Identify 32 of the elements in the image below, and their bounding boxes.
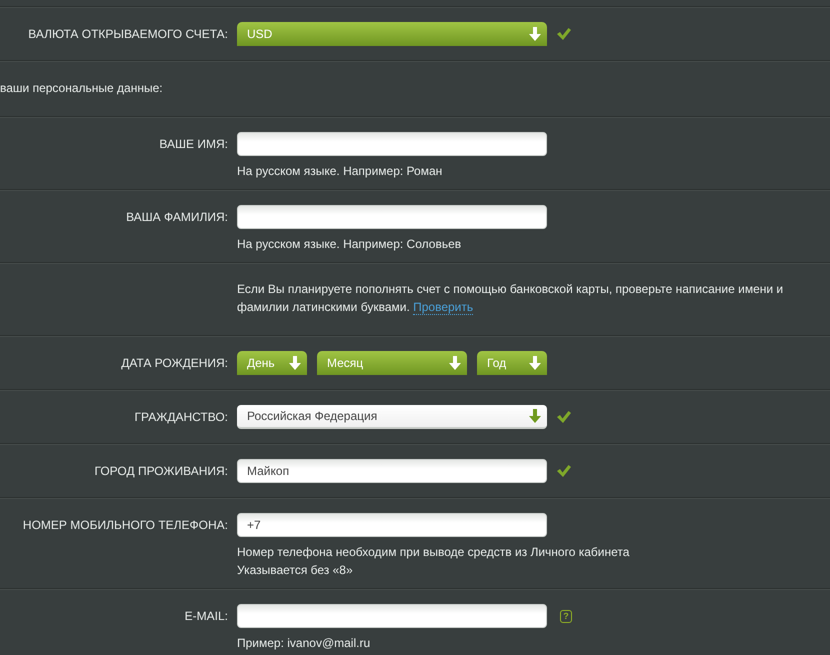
down-arrow-icon xyxy=(529,356,541,370)
field-label: ВАШЕ ИМЯ: xyxy=(159,137,228,151)
hint-text: Указывается без «8» xyxy=(237,562,354,579)
help-icon[interactable]: ? xyxy=(560,610,572,622)
note-text: Если Вы планируете пополнять счет с помощью банковской карты, проверьте написание имени и фамилии латинскими буквами. Проверить xyxy=(237,281,784,316)
field-label: НОМЕР МОБИЛЬНОГО ТЕЛЕФОНА: xyxy=(22,518,228,532)
dropdown[interactable]: Год xyxy=(477,351,547,375)
down-arrow-icon xyxy=(289,356,301,370)
field-label: ГРАЖДАНСТВО: xyxy=(134,410,228,424)
input-field[interactable]: +7 xyxy=(237,513,547,537)
dropdown[interactable]: Месяц xyxy=(317,351,467,375)
hint-text: Пример: ivanov@mail.ru xyxy=(237,635,372,652)
check-link[interactable]: Проверить xyxy=(413,300,474,315)
section-heading: ваши персональные данные: xyxy=(0,80,163,97)
hint-text: На русском языке. Например: Соловьев xyxy=(237,236,462,253)
field-label: ДАТА РОЖДЕНИЯ: xyxy=(121,356,228,370)
field-label: E-MAIL: xyxy=(184,609,228,623)
field-label: ГОРОД ПРОЖИВАНИЯ: xyxy=(94,464,228,478)
dropdown[interactable]: Российская Федерация xyxy=(237,405,547,429)
hint-text: Номер телефона необходим при выводе средств из Личного кабинета xyxy=(237,544,630,561)
input-field[interactable] xyxy=(237,205,547,229)
down-arrow-icon xyxy=(529,27,541,41)
hint-text: На русском языке. Например: Роман xyxy=(237,163,444,180)
input-field[interactable] xyxy=(237,604,547,628)
field-label: ВАША ФАМИЛИЯ: xyxy=(126,210,228,224)
input-field[interactable]: Майкоп xyxy=(237,459,547,483)
down-arrow-icon xyxy=(529,409,541,423)
dropdown[interactable]: День xyxy=(237,351,307,375)
field-label: ВАЛЮТА ОТКРЫВАЕМОГО СЧЕТА: xyxy=(28,27,228,41)
down-arrow-icon xyxy=(449,356,461,370)
input-field[interactable] xyxy=(237,132,547,156)
dropdown[interactable]: USD xyxy=(237,22,547,46)
